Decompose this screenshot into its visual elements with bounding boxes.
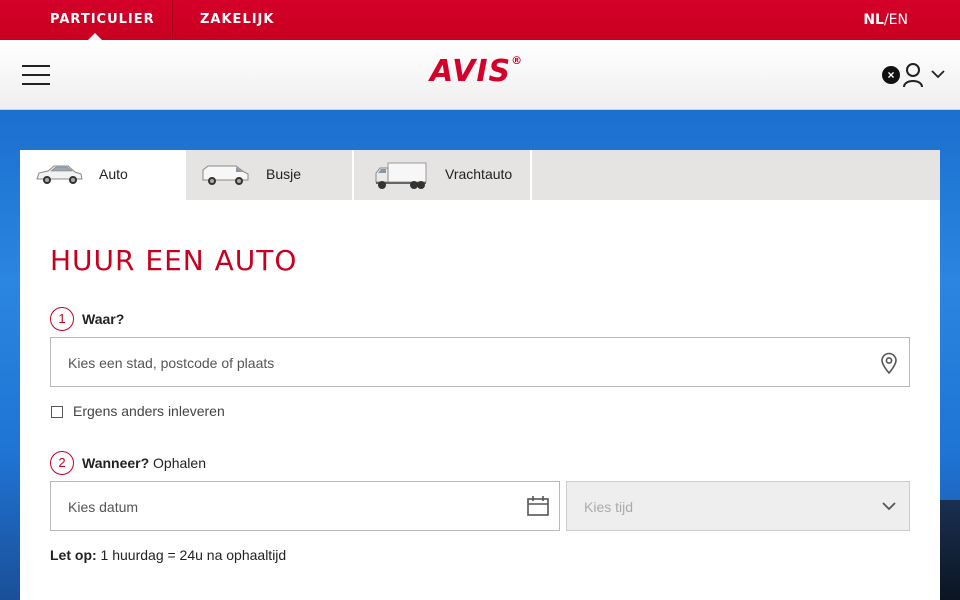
- date-placeholder: Kies datum: [68, 499, 139, 515]
- segment-particulier[interactable]: PARTICULIER: [50, 0, 155, 40]
- vehicle-tabs: Auto Busje Vrachtauto: [20, 150, 940, 200]
- tab-busje-label: Busje: [266, 166, 302, 182]
- truck-icon: [375, 162, 427, 189]
- tab-vrachtauto[interactable]: Vrachtauto: [354, 150, 532, 200]
- return-elsewhere-checkbox[interactable]: [51, 406, 63, 418]
- pickup-time-select[interactable]: Kies tijd: [566, 481, 910, 531]
- step-2-label: Wanneer? Ophalen: [82, 455, 206, 471]
- return-elsewhere-label[interactable]: Ergens anders inleveren: [73, 403, 225, 419]
- segment-divider: [172, 0, 173, 40]
- step-1-label: Waar?: [82, 311, 125, 327]
- registered-mark: ®: [511, 54, 524, 67]
- tab-auto[interactable]: Auto: [20, 150, 186, 200]
- segment-zakelijk[interactable]: ZAKELIJK: [200, 0, 274, 40]
- pickup-date-input[interactable]: Kies datum: [50, 481, 560, 531]
- logo-text: AVIS: [430, 54, 512, 89]
- step-1-badge: 1: [50, 307, 74, 331]
- language-switch: NL/EN: [863, 0, 908, 40]
- chevron-down-icon: [882, 502, 896, 511]
- calendar-icon[interactable]: [527, 496, 549, 516]
- lang-en-link[interactable]: EN: [889, 12, 908, 28]
- avis-logo[interactable]: AVIS®: [430, 54, 523, 94]
- tab-vrachtauto-label: Vrachtauto: [445, 166, 513, 182]
- chevron-down-icon[interactable]: [930, 68, 946, 80]
- tab-auto-label: Auto: [99, 166, 128, 182]
- van-icon: [202, 165, 249, 185]
- user-account-icon[interactable]: [902, 62, 924, 88]
- close-icon[interactable]: ×: [882, 66, 900, 84]
- time-placeholder: Kies tijd: [584, 499, 634, 515]
- location-pin-icon[interactable]: [879, 352, 899, 374]
- tab-busje[interactable]: Busje: [186, 150, 354, 200]
- lang-nl-link[interactable]: NL: [863, 12, 884, 28]
- step-2-badge: 2: [50, 451, 74, 475]
- segment-bar: PARTICULIER ZAKELIJK NL/EN: [0, 0, 960, 40]
- booking-panel: Auto Busje Vrachtauto HUUR EEN AUTO 1 Wa: [20, 150, 940, 600]
- location-input[interactable]: Kies een stad, postcode of plaats: [50, 337, 910, 387]
- active-segment-caret: [88, 33, 102, 40]
- location-placeholder: Kies een stad, postcode of plaats: [68, 355, 275, 371]
- page-title: HUUR EEN AUTO: [50, 244, 298, 277]
- site-header: AVIS®: [0, 40, 960, 110]
- menu-hamburger-icon[interactable]: [22, 65, 50, 87]
- car-icon: [36, 165, 83, 184]
- rental-day-note: Let op: 1 huurdag = 24u na ophaaltijd: [50, 547, 287, 563]
